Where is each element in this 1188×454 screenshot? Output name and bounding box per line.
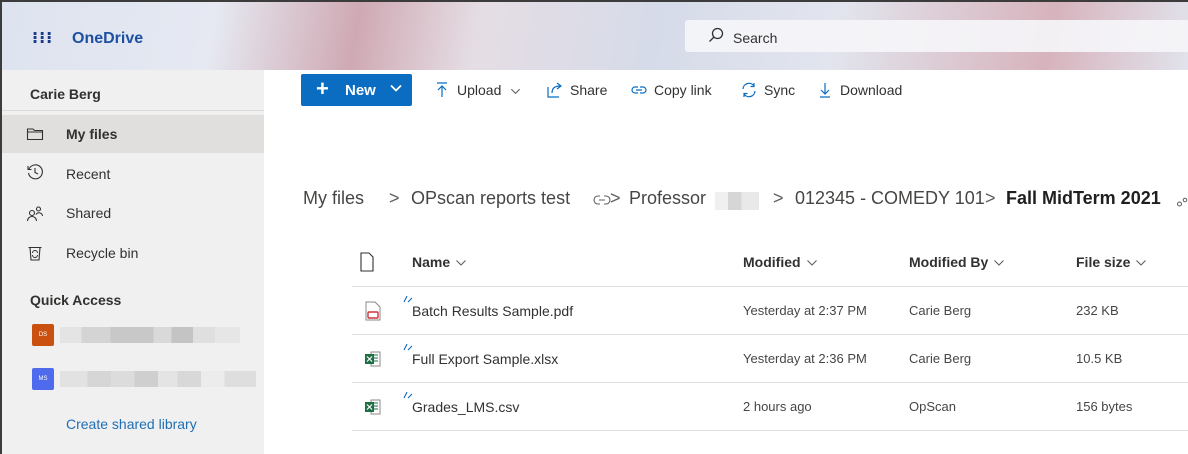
upload-icon (437, 82, 447, 97)
sidebar-item-label: Recycle bin (66, 245, 139, 261)
breadcrumb-separator: > (773, 188, 784, 208)
chevron-down-icon (994, 260, 1005, 267)
link-icon (631, 86, 647, 94)
breadcrumb-course[interactable]: 012345 - COMEDY 101 (795, 188, 985, 209)
share-icon (547, 82, 562, 98)
modified-date: Yesterday at 2:36 PM (743, 351, 867, 366)
file-size: 232 KB (1076, 303, 1119, 318)
app-launcher-icon[interactable]: ⁝⁝⁝ (32, 28, 53, 48)
chevron-down-icon (510, 88, 521, 95)
share-label: Share (570, 82, 608, 98)
sync-icon (742, 82, 756, 98)
file-size: 156 bytes (1076, 399, 1133, 414)
breadcrumb-current-folder: Fall MidTerm 2021 (1006, 188, 1161, 208)
sidebar-item-recent[interactable]: Recent (2, 156, 264, 194)
table-divider (352, 430, 1188, 431)
download-label: Download (840, 82, 903, 98)
upload-label: Upload (457, 82, 502, 98)
file-name[interactable]: Grades_LMS.csv (412, 399, 519, 415)
breadcrumb-professor[interactable]: Professor (629, 188, 706, 209)
column-header-label: Modified (743, 254, 801, 270)
new-button[interactable]: + New (301, 74, 412, 106)
new-item-icon (403, 295, 413, 303)
sidebar: Carie Berg My files Recent Shared Recycl… (2, 70, 264, 454)
recycle-bin-icon (28, 246, 42, 261)
modified-date: Yesterday at 2:37 PM (743, 303, 867, 318)
sidebar-item-label: Recent (66, 166, 111, 182)
app-name[interactable]: OneDrive (72, 30, 143, 48)
quick-access-item[interactable]: DS (32, 324, 262, 346)
new-item-icon (403, 343, 413, 351)
sidebar-divider (2, 110, 264, 111)
modified-by: OpScan (909, 399, 956, 414)
file-size: 10.5 KB (1076, 351, 1123, 366)
column-header-label: File size (1076, 254, 1131, 270)
sync-button[interactable]: Sync (740, 80, 802, 100)
table-row[interactable]: Batch Results Sample.pdf Yesterday at 2:… (352, 286, 1188, 334)
sidebar-item-label: Shared (66, 205, 112, 221)
breadcrumb-separator: > (985, 188, 996, 208)
file-name[interactable]: Full Export Sample.xlsx (412, 351, 558, 367)
search-icon (709, 27, 724, 42)
column-header-file-size[interactable]: File size (1076, 254, 1147, 270)
copy-link-button[interactable]: Copy link (630, 80, 726, 100)
clock-icon (27, 164, 43, 180)
folder-icon (26, 128, 44, 141)
chevron-down-icon (806, 260, 817, 267)
command-bar: + New Upload Share Copy link Sync Downlo… (264, 70, 1188, 114)
file-list-header: Name Modified Modified By File size (264, 224, 1188, 280)
chevron-down-icon (456, 260, 467, 267)
pdf-file-icon (365, 301, 381, 321)
library-avatar: DS (32, 324, 54, 346)
top-bar: ⁝⁝⁝ OneDrive Search (2, 2, 1188, 70)
copy-link-label: Copy link (654, 82, 712, 98)
people-icon (1177, 197, 1188, 207)
file-name[interactable]: Batch Results Sample.pdf (412, 303, 573, 319)
library-avatar: MS (32, 368, 54, 390)
new-item-icon (403, 391, 413, 399)
user-name: Carie Berg (30, 86, 101, 102)
table-row[interactable]: Grades_LMS.csv 2 hours ago OpScan 156 by… (352, 382, 1188, 430)
column-header-label: Name (412, 254, 451, 270)
column-header-modified[interactable]: Modified (743, 254, 818, 270)
chevron-down-icon (390, 84, 402, 92)
link-icon (593, 195, 611, 205)
quick-access-title: Quick Access (30, 292, 122, 308)
sidebar-item-my-files[interactable]: My files (2, 115, 264, 153)
people-icon (26, 206, 44, 222)
column-header-modified-by[interactable]: Modified By (909, 254, 1005, 270)
redacted-library-name (60, 327, 240, 343)
column-header-label: Modified By (909, 254, 989, 270)
table-row[interactable]: Full Export Sample.xlsx Yesterday at 2:3… (352, 334, 1188, 382)
upload-button[interactable]: Upload (433, 80, 523, 100)
download-button[interactable]: Download (816, 80, 912, 100)
excel-file-icon (365, 351, 381, 367)
onedrive-window: ⁝⁝⁝ OneDrive Search Carie Berg My files … (0, 0, 1188, 454)
sidebar-item-shared[interactable]: Shared (2, 194, 264, 232)
sidebar-item-label: My files (66, 126, 118, 142)
share-button[interactable]: Share (546, 80, 616, 100)
breadcrumb-separator: > (610, 188, 621, 208)
new-button-label: New (345, 82, 376, 99)
quick-access-item[interactable]: MS (32, 368, 262, 390)
search-input[interactable]: Search (733, 30, 777, 46)
create-shared-library-link[interactable]: Create shared library (66, 416, 197, 432)
download-icon (820, 83, 830, 98)
modified-by: Carie Berg (909, 351, 972, 366)
file-type-icon[interactable] (359, 252, 375, 272)
sync-label: Sync (764, 82, 796, 98)
plus-icon: + (316, 76, 329, 101)
redacted-name (715, 192, 759, 210)
modified-by: Carie Berg (909, 303, 972, 318)
excel-file-icon (365, 399, 381, 415)
breadcrumb-separator: > (389, 188, 400, 208)
sidebar-item-recycle-bin[interactable]: Recycle bin (2, 234, 264, 272)
breadcrumb-my-files[interactable]: My files (303, 188, 364, 209)
modified-date: 2 hours ago (743, 399, 812, 414)
chevron-down-icon (1136, 260, 1147, 267)
column-header-name[interactable]: Name (412, 254, 467, 270)
redacted-library-name (60, 371, 256, 387)
breadcrumb-opscan-reports-test[interactable]: OPscan reports test (411, 188, 570, 209)
